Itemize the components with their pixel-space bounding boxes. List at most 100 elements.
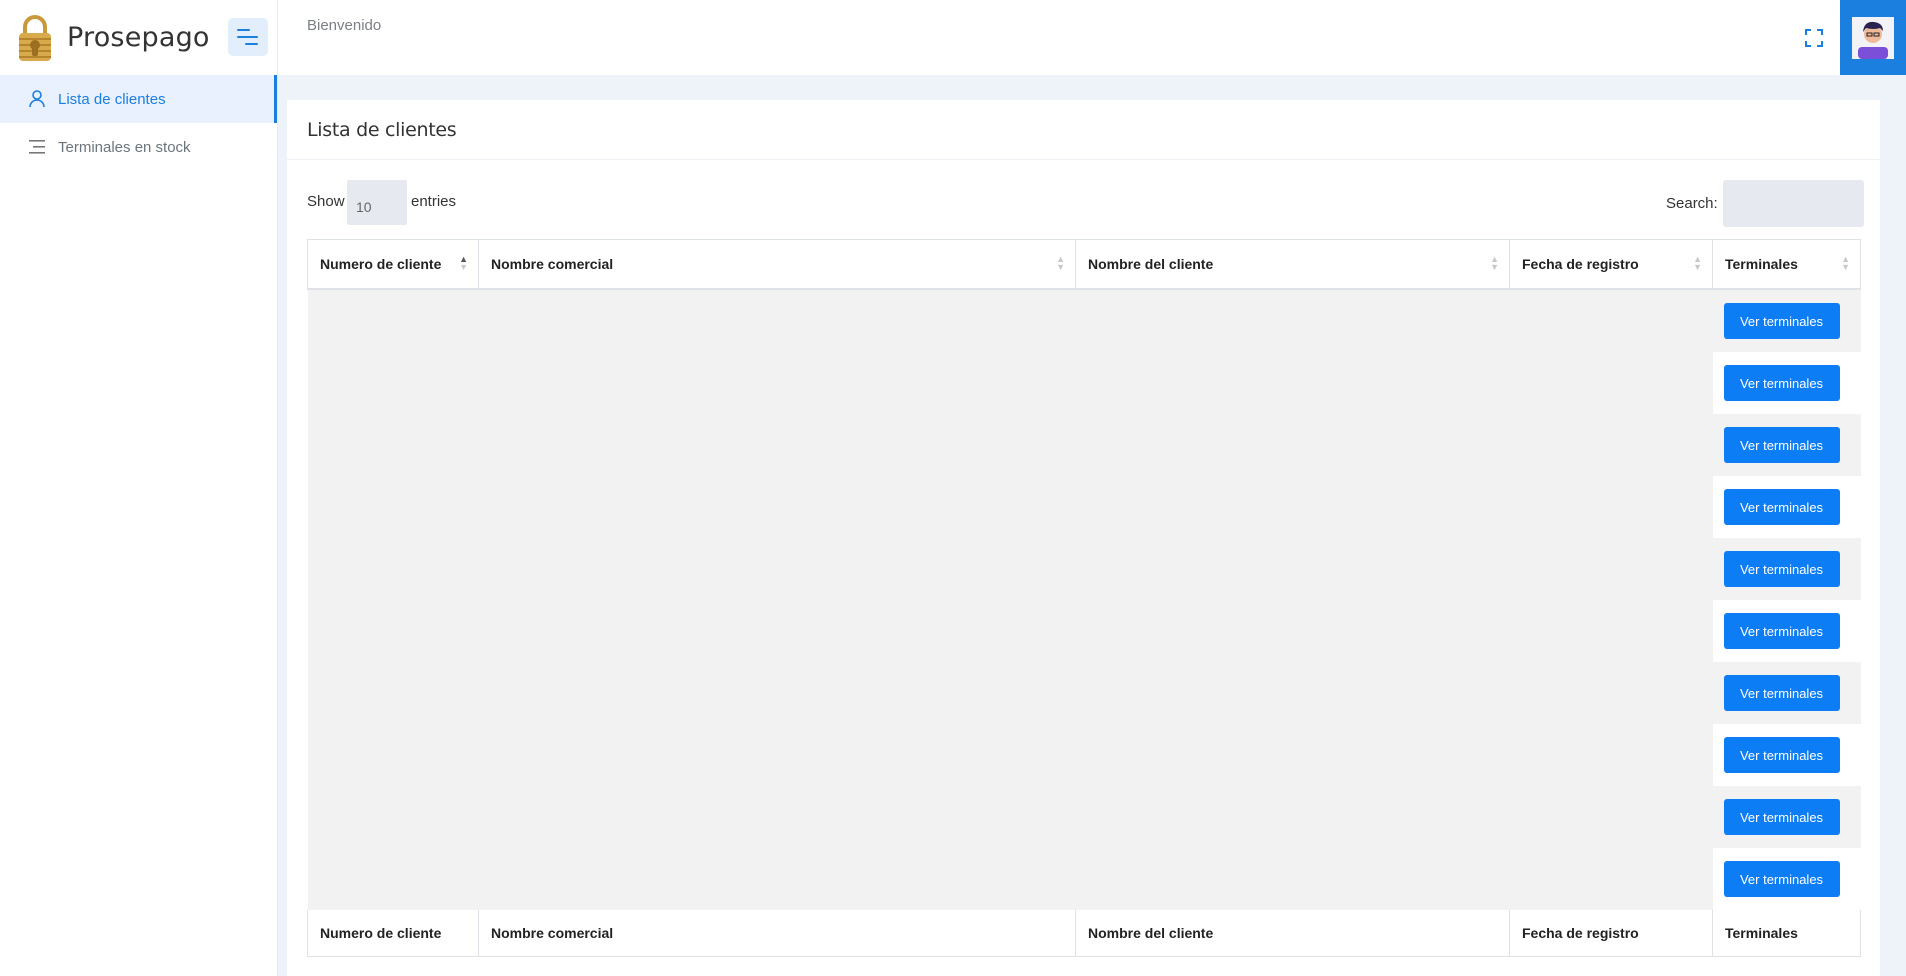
list-icon: [28, 138, 46, 156]
sidebar: Prosepago Lista de clientes Terminales e…: [0, 0, 278, 976]
table-cell: [1075, 414, 1510, 476]
column-header-terminales[interactable]: Terminales ▲ ▼: [1712, 239, 1861, 290]
column-header-nombre-del-cliente[interactable]: Nombre del cliente ▲ ▼: [1075, 239, 1510, 290]
sort-icon: ▲ ▼: [1841, 254, 1850, 272]
table-cell: [1075, 662, 1510, 724]
table-cell: [307, 848, 479, 910]
entries-select[interactable]: 10: [347, 180, 407, 225]
table-cell: [307, 352, 479, 414]
ver-terminales-button[interactable]: Ver terminales: [1723, 365, 1840, 401]
table-cell-terminales: Ver terminales: [1712, 476, 1861, 538]
fullscreen-icon[interactable]: [1805, 29, 1823, 47]
table-cell: [1509, 786, 1713, 848]
table-cell-terminales: Ver terminales: [1712, 289, 1861, 352]
column-header-label: Nombre comercial: [491, 256, 614, 272]
sort-icon: ▲ ▼: [459, 254, 468, 272]
table-cell: [307, 476, 479, 538]
table-cell-terminales: Ver terminales: [1712, 786, 1861, 848]
table-row: Ver terminales: [307, 414, 1861, 476]
avatar[interactable]: [1840, 0, 1906, 75]
table-cell: [478, 289, 1076, 352]
footer-header-nombre-comercial: Nombre comercial: [478, 910, 1076, 957]
table-cell-terminales: Ver terminales: [1712, 662, 1861, 724]
table-cell-terminales: Ver terminales: [1712, 848, 1861, 910]
table-cell: [307, 414, 479, 476]
table-cell: [1509, 662, 1713, 724]
footer-header-terminales: Terminales: [1712, 910, 1861, 957]
brand: Prosepago: [0, 0, 277, 75]
sidebar-item-label: Lista de clientes: [58, 90, 166, 108]
avatar-icon: [1852, 16, 1894, 59]
ver-terminales-button[interactable]: Ver terminales: [1723, 861, 1840, 897]
table-cell: [1075, 724, 1510, 786]
table-cell: [1509, 289, 1713, 352]
table-cell-terminales: Ver terminales: [1712, 414, 1861, 476]
sidebar-item-terminales-en-stock[interactable]: Terminales en stock: [0, 123, 277, 171]
table-cell-terminales: Ver terminales: [1712, 724, 1861, 786]
sidebar-item-lista-de-clientes[interactable]: Lista de clientes: [0, 75, 277, 123]
ver-terminales-button[interactable]: Ver terminales: [1723, 799, 1840, 835]
table-row: Ver terminales: [307, 724, 1861, 786]
clients-table: Numero de cliente ▲ ▼ Nombre comercial ▲ ▼ N…: [307, 239, 1861, 957]
footer-header-nombre-del-cliente: Nombre del cliente: [1075, 910, 1510, 957]
column-header-nombre-comercial[interactable]: Nombre comercial ▲ ▼: [478, 239, 1076, 290]
padlock-logo-icon: [19, 14, 51, 61]
sidebar-item-label: Terminales en stock: [58, 138, 191, 156]
entries-label: entries: [411, 193, 457, 210]
table-cell: [1509, 848, 1713, 910]
table-cell: [478, 786, 1076, 848]
ver-terminales-button[interactable]: Ver terminales: [1723, 613, 1840, 649]
sort-icon: ▲ ▼: [1056, 254, 1065, 272]
table-cell: [478, 352, 1076, 414]
table-cell: [478, 724, 1076, 786]
table-cell-terminales: Ver terminales: [1712, 352, 1861, 414]
column-header-label: Terminales: [1725, 256, 1798, 272]
table-cell: [478, 538, 1076, 600]
menu-toggle-icon: [237, 29, 258, 45]
table-cell: [307, 289, 479, 352]
table-cell: [1509, 724, 1713, 786]
table-cell: [1075, 289, 1510, 352]
table-body: Ver terminales Ver terminales Ver terminal…: [307, 289, 1861, 910]
footer-header-numero-de-cliente: Numero de cliente: [307, 910, 479, 957]
user-icon: [28, 90, 46, 108]
table-row: Ver terminales: [307, 848, 1861, 910]
table-cell: [1509, 414, 1713, 476]
column-header-numero-de-cliente[interactable]: Numero de cliente ▲ ▼: [307, 239, 479, 290]
table-cell: [1075, 600, 1510, 662]
ver-terminales-button[interactable]: Ver terminales: [1723, 427, 1840, 463]
table-cell: [1075, 352, 1510, 414]
search-label: Search:: [1666, 195, 1718, 212]
table-cell: [1075, 476, 1510, 538]
column-header-label: Numero de cliente: [320, 256, 442, 272]
sort-icon: ▲ ▼: [1693, 254, 1702, 272]
table-cell: [1075, 538, 1510, 600]
table-cell: [1509, 600, 1713, 662]
table-cell: [478, 662, 1076, 724]
table-row: Ver terminales: [307, 600, 1861, 662]
card-header: Lista de clientes: [287, 100, 1880, 160]
column-header-fecha-de-registro[interactable]: Fecha de registro ▲ ▼: [1509, 239, 1713, 290]
ver-terminales-button[interactable]: Ver terminales: [1723, 489, 1840, 525]
welcome-text: Bienvenido: [307, 17, 382, 34]
ver-terminales-button[interactable]: Ver terminales: [1723, 737, 1840, 773]
table-cell-terminales: Ver terminales: [1712, 538, 1861, 600]
topbar: Bienvenido: [278, 0, 1906, 75]
table-cell: [478, 476, 1076, 538]
ver-terminales-button[interactable]: Ver terminales: [1723, 303, 1840, 339]
table-row: Ver terminales: [307, 289, 1861, 352]
table-cell: [1509, 476, 1713, 538]
ver-terminales-button[interactable]: Ver terminales: [1723, 675, 1840, 711]
table-row: Ver terminales: [307, 662, 1861, 724]
table-cell: [1509, 352, 1713, 414]
table-cell-terminales: Ver terminales: [1712, 600, 1861, 662]
menu-toggle-button[interactable]: [228, 18, 268, 56]
column-header-label: Nombre del cliente: [1088, 256, 1214, 272]
table-cell: [307, 786, 479, 848]
table-row: Ver terminales: [307, 476, 1861, 538]
ver-terminales-button[interactable]: Ver terminales: [1723, 551, 1840, 587]
clients-card: Lista de clientes Show 10 entries Search…: [287, 100, 1880, 976]
table-cell: [1509, 538, 1713, 600]
search-input[interactable]: [1723, 180, 1864, 227]
table-cell: [478, 600, 1076, 662]
